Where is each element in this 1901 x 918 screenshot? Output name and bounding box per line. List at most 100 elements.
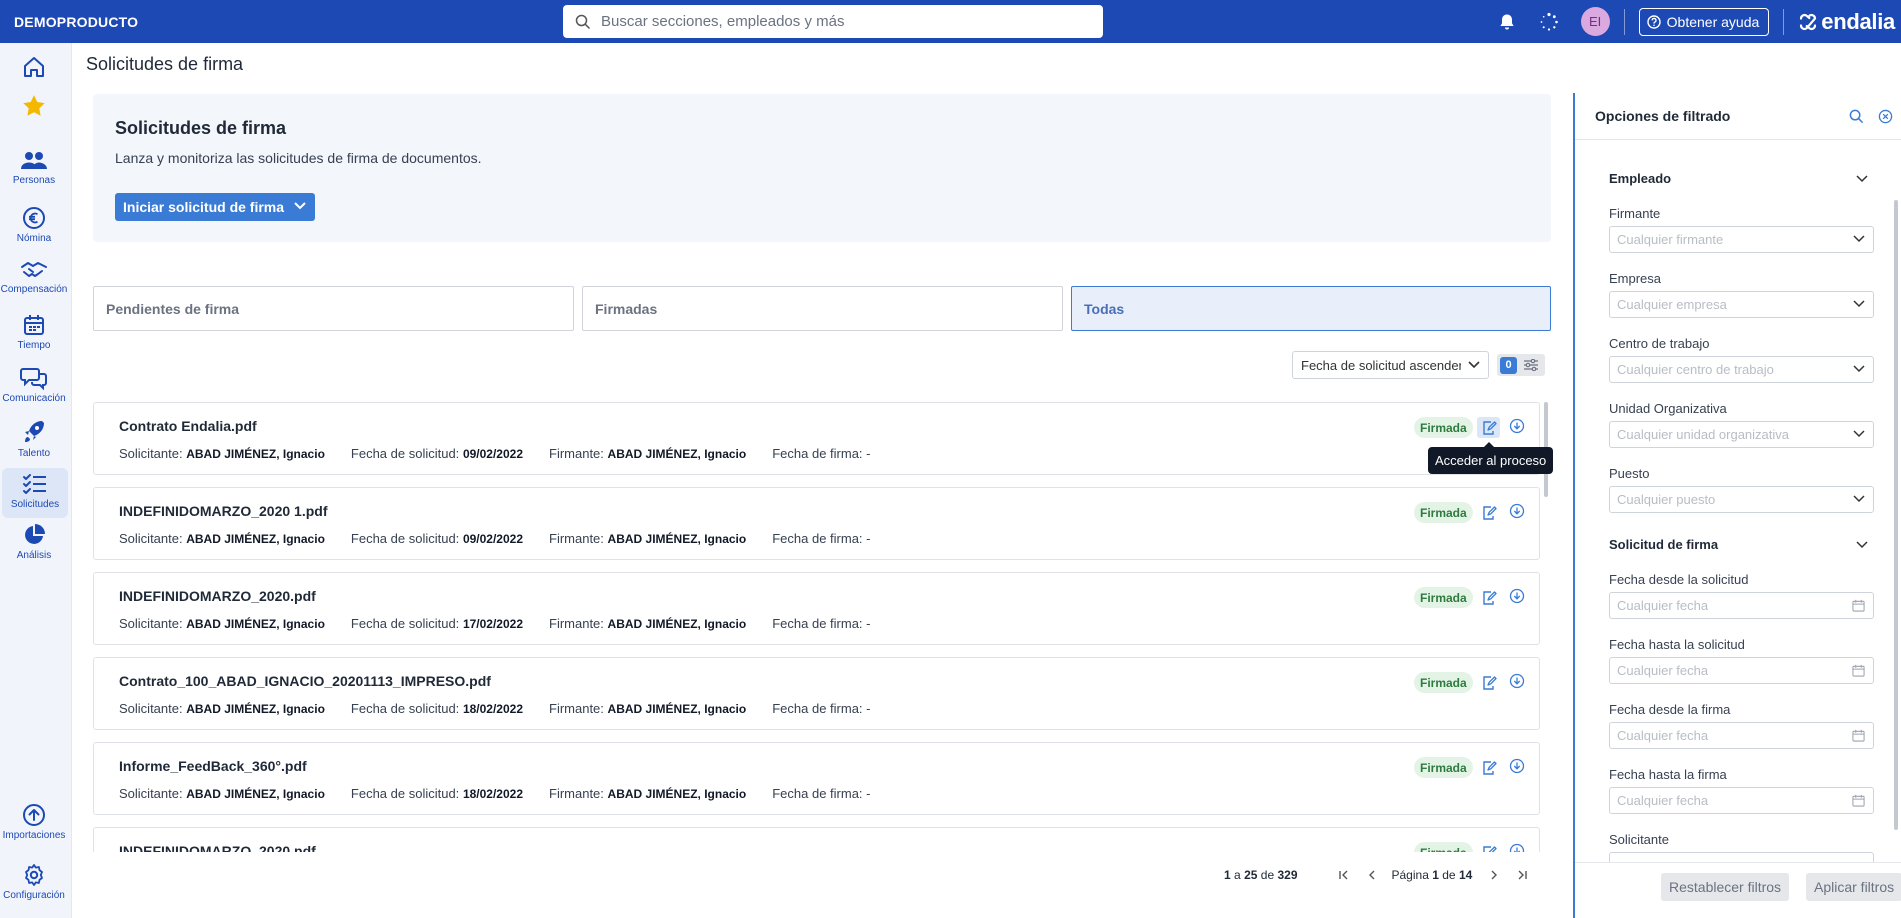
sidebar-item-personas[interactable]: Personas <box>0 150 68 186</box>
loading-icon[interactable] <box>1539 12 1559 32</box>
pagination: 1 a 25 de 329 Página 1 de 14 <box>1224 866 1528 884</box>
search-icon[interactable] <box>1849 109 1864 124</box>
sidebar-item-label: Compensación <box>0 284 68 295</box>
open-process-button[interactable] <box>1477 587 1500 608</box>
sidebar-item-comunicacion[interactable]: Comunicación <box>0 366 68 404</box>
filter-date-hasta-firma[interactable]: Cualquier fecha <box>1609 787 1874 814</box>
previous-page-icon[interactable] <box>1366 869 1378 881</box>
filter-date-hasta-solicitud[interactable]: Cualquier fecha <box>1609 657 1874 684</box>
sidebar-item-solicitudes[interactable]: Solicitudes <box>2 468 68 518</box>
tab-pendientes[interactable]: Pendientes de firma <box>93 286 574 331</box>
filter-select-unidad[interactable]: Cualquier unidad organizativa <box>1609 421 1874 448</box>
filters-toggle-button[interactable]: 0 <box>1497 354 1545 376</box>
filter-select-centro[interactable]: Cualquier centro de trabajo <box>1609 356 1874 383</box>
section-empleado-title[interactable]: Empleado <box>1609 171 1671 186</box>
chevron-down-icon <box>1853 300 1865 308</box>
star-icon <box>23 95 45 116</box>
open-process-button[interactable] <box>1477 502 1500 523</box>
download-icon[interactable] <box>1509 418 1525 434</box>
filter-select-puesto[interactable]: Cualquier puesto <box>1609 486 1874 513</box>
company-name[interactable]: DEMOPRODUCTO <box>0 14 563 30</box>
filter-panel-scrollbar[interactable] <box>1893 200 1899 862</box>
file-name[interactable]: INDEFINIDOMARZO_2020.pdf <box>119 588 316 604</box>
bell-icon[interactable] <box>1497 12 1517 32</box>
reset-filters-button[interactable]: Restablecer filtros <box>1661 873 1790 901</box>
filter-label-fecha-hasta-firma: Fecha hasta la firma <box>1609 767 1727 782</box>
people-icon <box>21 152 47 169</box>
open-process-button[interactable] <box>1477 842 1500 852</box>
status-tabs: Pendientes de firma Firmadas Todas <box>93 286 1551 331</box>
divider <box>1623 8 1625 35</box>
divider <box>1783 8 1785 35</box>
sort-select[interactable]: Fecha de solicitud ascendente <box>1292 351 1489 379</box>
filter-select-empresa[interactable]: Cualquier empresa <box>1609 291 1874 318</box>
sidebar-item-label: Configuración <box>3 890 65 901</box>
filter-label-unidad: Unidad Organizativa <box>1609 401 1727 416</box>
list-item[interactable]: Contrato Endalia.pdf Solicitante: ABAD J… <box>93 402 1540 475</box>
sidebar-item-tiempo[interactable]: Tiempo <box>0 313 68 351</box>
sidebar-item-configuracion[interactable]: Configuración <box>0 863 68 901</box>
chevron-down-icon <box>1468 361 1480 369</box>
sign-document-icon <box>1482 590 1497 605</box>
first-page-icon[interactable] <box>1338 869 1350 881</box>
fecha-solicitud-label: Fecha de solicitud: <box>350 531 460 546</box>
file-name[interactable]: INDEFINIDOMARZO_2020.pdf <box>119 843 316 852</box>
checklist-icon <box>23 474 46 494</box>
tab-firmadas[interactable]: Firmadas <box>582 286 1063 331</box>
apply-filters-button[interactable]: Aplicar filtros <box>1806 873 1901 901</box>
field-placeholder: Cualquier fecha <box>1617 663 1709 678</box>
sidebar-item-analisis[interactable]: Análisis <box>0 523 68 561</box>
open-process-button[interactable] <box>1477 672 1500 693</box>
gear-icon <box>25 864 43 886</box>
scrollbar-thumb[interactable] <box>1894 200 1898 830</box>
search-icon <box>575 14 591 29</box>
sidebar-item-compensacion[interactable]: Compensación <box>0 259 68 295</box>
start-signature-request-button[interactable]: Iniciar solicitud de firma <box>115 193 315 221</box>
filter-label-fecha-hasta-solicitud: Fecha hasta la solicitud <box>1609 637 1745 652</box>
file-name[interactable]: Contrato Endalia.pdf <box>119 418 257 434</box>
help-label: Obtener ayuda <box>1666 13 1760 30</box>
list-item[interactable]: INDEFINIDOMARZO_2020 1.pdf Solicitante: … <box>93 487 1540 560</box>
help-button[interactable]: Obtener ayuda <box>1638 7 1770 36</box>
open-process-button[interactable] <box>1477 757 1500 778</box>
file-name[interactable]: Contrato_100_ABAD_IGNACIO_20201113_IMPRE… <box>119 673 491 689</box>
file-name[interactable]: INDEFINIDOMARZO_2020 1.pdf <box>119 503 327 519</box>
download-icon[interactable] <box>1509 673 1525 689</box>
field-placeholder: Cualquier fecha <box>1617 598 1709 613</box>
request-meta: Solicitante: ABAD JIMÉNEZ, Ignacio Fecha … <box>119 786 871 801</box>
tab-todas[interactable]: Todas <box>1071 286 1551 331</box>
field-placeholder: Cualquier fecha <box>1617 728 1709 743</box>
sidebar-item-importaciones[interactable]: Importaciones <box>0 803 68 841</box>
open-process-button[interactable] <box>1477 417 1500 438</box>
chevron-down-icon[interactable] <box>1856 175 1868 183</box>
filter-date-desde-firma[interactable]: Cualquier fecha <box>1609 722 1874 749</box>
logo-text: endalia <box>1821 8 1895 34</box>
file-name[interactable]: Informe_FeedBack_360°.pdf <box>119 758 307 774</box>
sidebar-item-label: Análisis <box>16 550 52 561</box>
filter-date-desde-solicitud[interactable]: Cualquier fecha <box>1609 592 1874 619</box>
next-page-icon[interactable] <box>1488 869 1500 881</box>
filter-select-solicitante[interactable] <box>1609 852 1874 862</box>
list-item[interactable]: INDEFINIDOMARZO_2020.pdf Solicitante: AB… <box>93 572 1540 645</box>
download-icon[interactable] <box>1509 758 1525 774</box>
section-solicitud-title[interactable]: Solicitud de firma <box>1609 537 1718 552</box>
sidebar-item-home[interactable] <box>0 55 68 79</box>
close-icon[interactable] <box>1878 109 1893 124</box>
list-item[interactable]: INDEFINIDOMARZO_2020.pdf Firmada <box>93 827 1540 852</box>
search-box[interactable] <box>563 5 1103 38</box>
sidebar-item-favorites[interactable] <box>0 93 68 119</box>
search-input[interactable] <box>601 13 1081 30</box>
firmante-label: Firmante: <box>549 531 604 546</box>
user-avatar[interactable]: EI <box>1580 7 1610 36</box>
request-meta: Solicitante: ABAD JIMÉNEZ, Ignacio Fecha … <box>119 616 871 631</box>
download-icon[interactable] <box>1509 588 1525 604</box>
download-icon[interactable] <box>1509 843 1525 852</box>
chevron-down-icon[interactable] <box>1856 541 1868 549</box>
download-icon[interactable] <box>1509 503 1525 519</box>
sidebar-item-talento[interactable]: Talento <box>0 419 68 459</box>
sidebar-item-nomina[interactable]: Nómina <box>0 206 68 244</box>
list-item[interactable]: Informe_FeedBack_360°.pdf Solicitante: A… <box>93 742 1540 815</box>
last-page-icon[interactable] <box>1516 869 1528 881</box>
filter-select-firmante[interactable]: Cualquier firmante <box>1609 226 1874 253</box>
list-item[interactable]: Contrato_100_ABAD_IGNACIO_20201113_IMPRE… <box>93 657 1540 730</box>
